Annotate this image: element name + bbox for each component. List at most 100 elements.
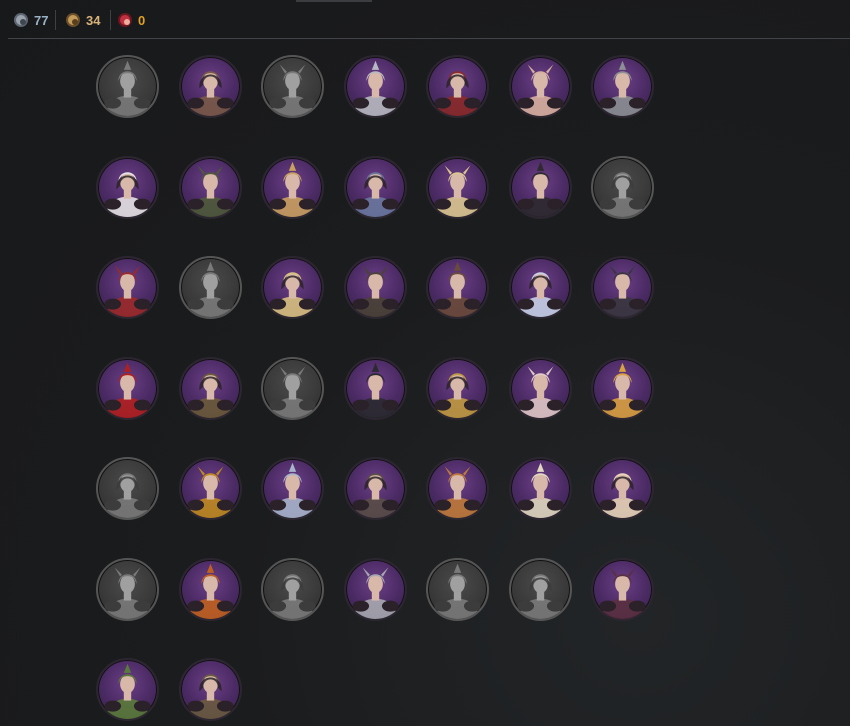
character-bust-icon [599, 265, 646, 317]
currency-bar: 77 34 0 [0, 0, 850, 40]
silver-amount: 77 [34, 12, 49, 28]
character-bust-icon [599, 473, 646, 518]
character-portrait-horned-queen[interactable] [426, 55, 489, 118]
character-bust-icon [434, 563, 481, 619]
character-bust-icon [186, 71, 234, 116]
character-portrait-white-gold-paladin[interactable] [508, 457, 572, 520]
character-bust-icon [516, 462, 564, 518]
gold-currency: 34 [66, 11, 100, 29]
character-portrait-pale-maiden[interactable] [261, 356, 324, 420]
character-bust-icon [351, 566, 399, 619]
top-edge-tab [296, 0, 372, 2]
character-bust-icon [186, 466, 234, 518]
portrait-grid [96, 55, 654, 721]
character-bust-icon [516, 365, 564, 418]
red-currency: 0 [118, 11, 145, 29]
character-portrait-steel-knight[interactable] [591, 55, 654, 118]
character-portrait-blue-silver-knight[interactable] [261, 457, 324, 520]
character-portrait-grey-huntress[interactable] [426, 557, 489, 621]
character-bust-icon [434, 164, 481, 217]
character-bust-icon [599, 566, 646, 619]
character-portrait-veiled-figure[interactable] [261, 55, 324, 118]
character-portrait-crescent-crown-lady[interactable] [261, 256, 324, 319]
character-portrait-white-plumed-lady[interactable] [96, 155, 159, 219]
currency-separator [55, 10, 56, 30]
character-portrait-masked-lady[interactable] [508, 356, 572, 420]
character-portrait-blue-cape-noble[interactable] [508, 256, 572, 319]
character-portrait-green-cloak-ranger[interactable] [96, 658, 159, 721]
character-bust-icon [434, 261, 481, 317]
character-portrait-blue-armored-paladin[interactable] [343, 155, 407, 219]
character-portrait-grey-scout[interactable] [96, 557, 159, 621]
character-bust-icon [104, 171, 151, 217]
character-portrait-red-devil-king[interactable] [96, 356, 159, 420]
character-portrait-green-hood-mercenary[interactable] [178, 155, 242, 219]
character-portrait-shadow-reaper[interactable] [591, 155, 654, 219]
character-bust-icon [434, 466, 481, 518]
currency-separator [110, 10, 111, 30]
character-bust-icon [351, 171, 399, 217]
app-window: 77 34 0 [0, 0, 850, 726]
character-portrait-dark-rose-lady[interactable] [591, 557, 654, 621]
character-bust-icon [104, 473, 151, 518]
character-portrait-red-gold-centurion[interactable] [178, 557, 242, 621]
character-portrait-dark-gold-warlord[interactable] [343, 256, 407, 319]
character-bust-icon [269, 161, 316, 217]
character-bust-icon [599, 60, 646, 116]
character-bust-icon [434, 372, 481, 418]
character-portrait-silver-armored-maiden[interactable] [343, 55, 407, 118]
character-portrait-dark-horned-rogue[interactable] [591, 256, 654, 319]
character-bust-icon [104, 566, 151, 619]
character-bust-icon [516, 161, 564, 217]
character-portrait-gilded-princess[interactable] [591, 457, 654, 520]
character-portrait-wide-hat-gunslinger[interactable] [426, 457, 489, 520]
character-portrait-golden-priestess[interactable] [426, 155, 489, 219]
character-bust-icon [104, 663, 151, 719]
character-bust-icon [599, 362, 646, 418]
gold-amount: 34 [86, 12, 101, 28]
silver-coin-icon [14, 13, 28, 27]
character-bust-icon [434, 71, 481, 116]
character-portrait-grey-helm-soldier[interactable] [261, 557, 324, 621]
character-bust-icon [269, 272, 316, 317]
character-bust-icon [104, 362, 151, 418]
character-bust-icon [516, 64, 564, 116]
character-portrait-hooded-warrior[interactable] [96, 55, 159, 118]
character-bust-icon [351, 265, 399, 317]
character-portrait-grey-hooded-assassin[interactable] [96, 457, 159, 520]
character-portrait-black-feather-witch[interactable] [343, 356, 407, 420]
character-bust-icon [269, 365, 316, 418]
character-bust-icon [186, 674, 234, 719]
character-portrait-crimson-empress[interactable] [96, 256, 159, 319]
character-bust-icon [351, 60, 399, 116]
character-portrait-golden-horn-warrior[interactable] [426, 356, 489, 420]
character-portrait-golden-flame-queen[interactable] [591, 356, 654, 420]
character-bust-icon [599, 171, 646, 217]
header-divider [8, 38, 850, 39]
character-portrait-dark-spiked-lord[interactable] [508, 155, 572, 219]
character-bust-icon [269, 462, 316, 518]
silver-currency: 77 [14, 11, 48, 29]
character-portrait-grey-crowned-queen[interactable] [508, 557, 572, 621]
character-portrait-blonde-noble[interactable] [508, 55, 572, 118]
character-portrait-red-crest-gladiator[interactable] [343, 557, 407, 621]
character-portrait-hooded-mage[interactable] [343, 457, 407, 520]
character-portrait-golden-masked-sorceress[interactable] [261, 155, 324, 219]
character-bust-icon [186, 164, 234, 217]
character-portrait-hooded-archer[interactable] [426, 256, 489, 319]
character-bust-icon [351, 362, 399, 418]
character-portrait-dark-helm-guard[interactable] [178, 658, 242, 721]
character-bust-icon [186, 372, 234, 418]
character-portrait-bronze-knight[interactable] [178, 356, 242, 420]
character-portrait-black-knight[interactable] [178, 256, 242, 319]
character-bust-icon [516, 573, 564, 619]
character-bust-icon [104, 60, 151, 116]
character-bust-icon [351, 473, 399, 518]
character-portrait-hooded-monk[interactable] [178, 55, 242, 118]
character-bust-icon [516, 272, 564, 317]
character-portrait-golden-spike-lord[interactable] [178, 457, 242, 520]
character-bust-icon [186, 563, 234, 619]
character-bust-icon [186, 261, 234, 317]
character-bust-icon [269, 573, 316, 619]
gold-coin-icon [66, 13, 80, 27]
